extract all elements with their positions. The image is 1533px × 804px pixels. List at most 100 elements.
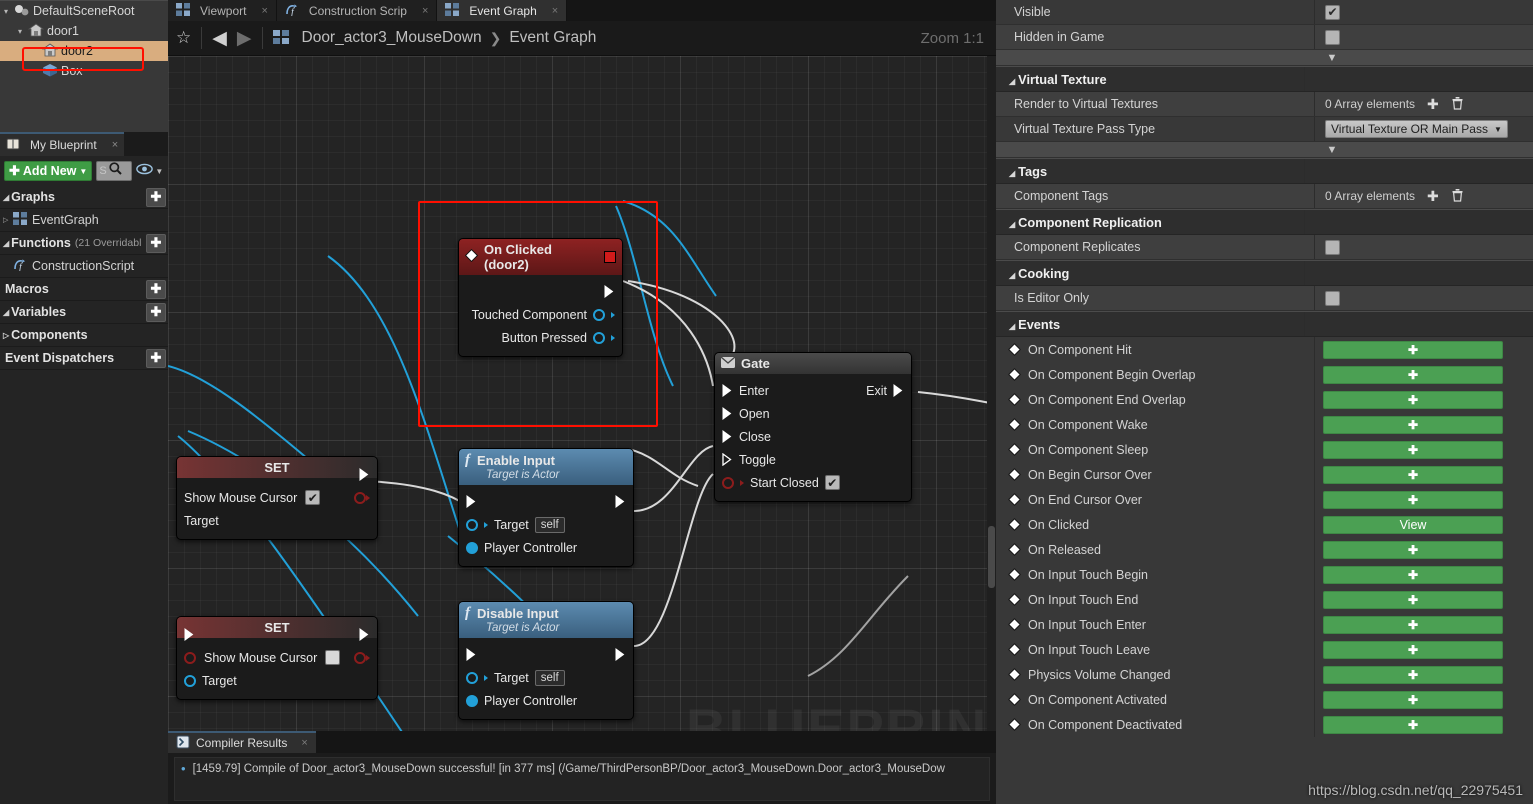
close-icon[interactable]: × bbox=[261, 5, 267, 17]
exec-out-pin[interactable] bbox=[359, 468, 370, 481]
add-new-button[interactable]: ✚ Add New ▼ bbox=[4, 161, 93, 181]
expander-icon[interactable]: ◢ bbox=[3, 193, 9, 202]
expander-icon[interactable]: ◢ bbox=[1009, 169, 1015, 178]
node-gate[interactable]: Gate Enter Exit Open Close Toggle Start … bbox=[714, 352, 912, 502]
details-section-cooking[interactable]: ◢ Cooking bbox=[996, 260, 1533, 286]
close-icon[interactable]: × bbox=[552, 5, 558, 17]
add-event-dispatchers-button[interactable]: ✚ bbox=[146, 348, 166, 368]
exec-in-pin[interactable] bbox=[466, 648, 477, 661]
add-event-button[interactable]: ✚ bbox=[1323, 665, 1503, 684]
tab-event-graph[interactable]: Event Graph × bbox=[437, 0, 568, 21]
delete-array-button[interactable] bbox=[1451, 96, 1464, 113]
forward-button[interactable]: ▶ bbox=[237, 29, 252, 48]
bp-section-components[interactable]: ▷ Components bbox=[0, 324, 168, 347]
graph-vertical-scrollbar[interactable] bbox=[987, 56, 996, 731]
close-icon[interactable]: × bbox=[112, 139, 118, 151]
details-section-component-replication[interactable]: ◢ Component Replication bbox=[996, 209, 1533, 235]
exec-in-pin[interactable] bbox=[184, 628, 195, 641]
outliner-row-box[interactable]: ▾Box bbox=[0, 61, 168, 81]
bool-pin-icon[interactable] bbox=[722, 476, 734, 489]
expander-icon[interactable]: ◢ bbox=[3, 239, 9, 248]
visible-checkbox[interactable]: ✔ bbox=[1325, 4, 1340, 20]
object-pin-icon[interactable] bbox=[593, 308, 605, 321]
add-event-button[interactable]: ✚ bbox=[1323, 690, 1503, 709]
bp-section-variables[interactable]: ◢ Variables ✚ bbox=[0, 301, 168, 324]
add-array-element-button[interactable]: ✚ bbox=[1427, 188, 1439, 205]
add-event-button[interactable]: ✚ bbox=[1323, 340, 1503, 359]
bp-item-eventgraph[interactable]: ▷ EventGraph bbox=[0, 209, 168, 232]
breadcrumb-root[interactable]: Door_actor3_MouseDown bbox=[302, 29, 482, 47]
node-set-show-mouse-cursor-false[interactable]: SET Show Mouse Cursor Target bbox=[176, 616, 378, 700]
exec-in-pin-open[interactable] bbox=[722, 407, 733, 420]
details-section-events[interactable]: ◢ Events bbox=[996, 311, 1533, 337]
node-on-clicked[interactable]: On Clicked (door2) Touched Component But… bbox=[458, 238, 623, 357]
node-enable-input[interactable]: f Enable Input Target is Actor Target se… bbox=[458, 448, 634, 567]
object-pin-icon[interactable] bbox=[593, 331, 605, 344]
target-self-value[interactable]: self bbox=[534, 669, 565, 686]
target-self-value[interactable]: self bbox=[534, 516, 565, 533]
player-controller-pin-icon[interactable] bbox=[466, 694, 478, 707]
outliner-row-door2[interactable]: ▾door2 bbox=[0, 41, 168, 61]
bp-section-macros[interactable]: Macros ✚ bbox=[0, 278, 168, 301]
add-event-button[interactable]: ✚ bbox=[1323, 540, 1503, 559]
add-event-button[interactable]: ✚ bbox=[1323, 490, 1503, 509]
node-set-show-mouse-cursor-true[interactable]: SET Show Mouse Cursor ✔ Target bbox=[176, 456, 378, 540]
bp-section-functions[interactable]: ◢ Functions (21 Overridabl ✚ bbox=[0, 232, 168, 255]
exec-out-pin[interactable] bbox=[615, 495, 626, 508]
start-closed-checkbox[interactable]: ✔ bbox=[824, 475, 840, 490]
expander-icon[interactable]: ▾ bbox=[18, 27, 28, 36]
expander-icon[interactable]: ◢ bbox=[3, 308, 9, 317]
back-button[interactable]: ◀ bbox=[212, 29, 227, 48]
delegate-pin-icon[interactable] bbox=[604, 251, 616, 263]
add-graphs-button[interactable]: ✚ bbox=[146, 187, 166, 207]
exec-out-pin[interactable] bbox=[615, 648, 626, 661]
close-icon[interactable]: × bbox=[301, 737, 307, 749]
expander-icon[interactable]: ▾ bbox=[4, 7, 14, 16]
add-variables-button[interactable]: ✚ bbox=[146, 302, 166, 322]
exec-out-pin[interactable] bbox=[359, 628, 370, 641]
tab-my-blueprint[interactable]: My Blueprint × bbox=[0, 132, 125, 156]
bool-out-pin[interactable] bbox=[354, 651, 366, 664]
exec-in-pin-toggle[interactable] bbox=[722, 452, 733, 467]
details-section-tags[interactable]: ◢ Tags bbox=[996, 158, 1533, 184]
section-expand-arrow[interactable]: ▼ bbox=[996, 142, 1533, 158]
expander-icon[interactable]: ◢ bbox=[1009, 322, 1015, 331]
view-event-button[interactable]: View bbox=[1323, 515, 1503, 534]
section-expand-arrow[interactable]: ▼ bbox=[996, 50, 1533, 66]
expander-icon[interactable]: ◢ bbox=[1009, 271, 1015, 280]
bool-out-pin[interactable] bbox=[354, 491, 366, 504]
add-event-button[interactable]: ✚ bbox=[1323, 640, 1503, 659]
bp-section-graphs[interactable]: ◢ Graphs ✚ bbox=[0, 186, 168, 209]
virtual-texture-pass-type-dropdown[interactable]: Virtual Texture OR Main Pass ▼ bbox=[1325, 120, 1508, 138]
compiler-output-list[interactable]: • [1459.79] Compile of Door_actor3_Mouse… bbox=[174, 757, 990, 801]
bool-in-pin[interactable] bbox=[184, 651, 196, 664]
player-controller-pin-icon[interactable] bbox=[466, 541, 478, 554]
add-event-button[interactable]: ✚ bbox=[1323, 590, 1503, 609]
show-mouse-cursor-checkbox[interactable] bbox=[325, 650, 341, 665]
node-disable-input[interactable]: f Disable Input Target is Actor Target s… bbox=[458, 601, 634, 720]
delete-array-button[interactable] bbox=[1451, 188, 1464, 205]
exec-in-pin[interactable] bbox=[466, 495, 477, 508]
is-editor-only-checkbox[interactable] bbox=[1325, 290, 1340, 306]
exec-out-pin[interactable] bbox=[604, 285, 615, 298]
favorite-star-icon[interactable]: ☆ bbox=[176, 28, 191, 48]
target-pin-icon[interactable] bbox=[466, 671, 478, 684]
blueprint-graph-canvas[interactable]: BLUEPRINT On Clicked (door2) Touched Com… bbox=[168, 56, 996, 731]
target-pin-icon[interactable] bbox=[466, 518, 478, 531]
expander-icon[interactable]: ▷ bbox=[3, 216, 13, 224]
exec-in-pin-close[interactable] bbox=[722, 430, 733, 443]
add-event-button[interactable]: ✚ bbox=[1323, 390, 1503, 409]
add-array-element-button[interactable]: ✚ bbox=[1427, 96, 1439, 113]
add-event-button[interactable]: ✚ bbox=[1323, 715, 1503, 734]
exec-out-pin-exit[interactable] bbox=[893, 384, 904, 397]
exec-in-pin-enter[interactable] bbox=[722, 384, 733, 397]
show-mouse-cursor-checkbox[interactable]: ✔ bbox=[305, 490, 321, 505]
add-event-button[interactable]: ✚ bbox=[1323, 565, 1503, 584]
add-event-button[interactable]: ✚ bbox=[1323, 440, 1503, 459]
bp-item-constructionscript[interactable]: f ConstructionScript bbox=[0, 255, 168, 278]
visibility-filter-button[interactable]: ▼ bbox=[136, 162, 163, 180]
details-section-virtual-texture[interactable]: ◢ Virtual Texture bbox=[996, 66, 1533, 92]
search-input[interactable]: S bbox=[96, 161, 133, 181]
add-event-button[interactable]: ✚ bbox=[1323, 465, 1503, 484]
component-replicates-checkbox[interactable] bbox=[1325, 239, 1340, 255]
